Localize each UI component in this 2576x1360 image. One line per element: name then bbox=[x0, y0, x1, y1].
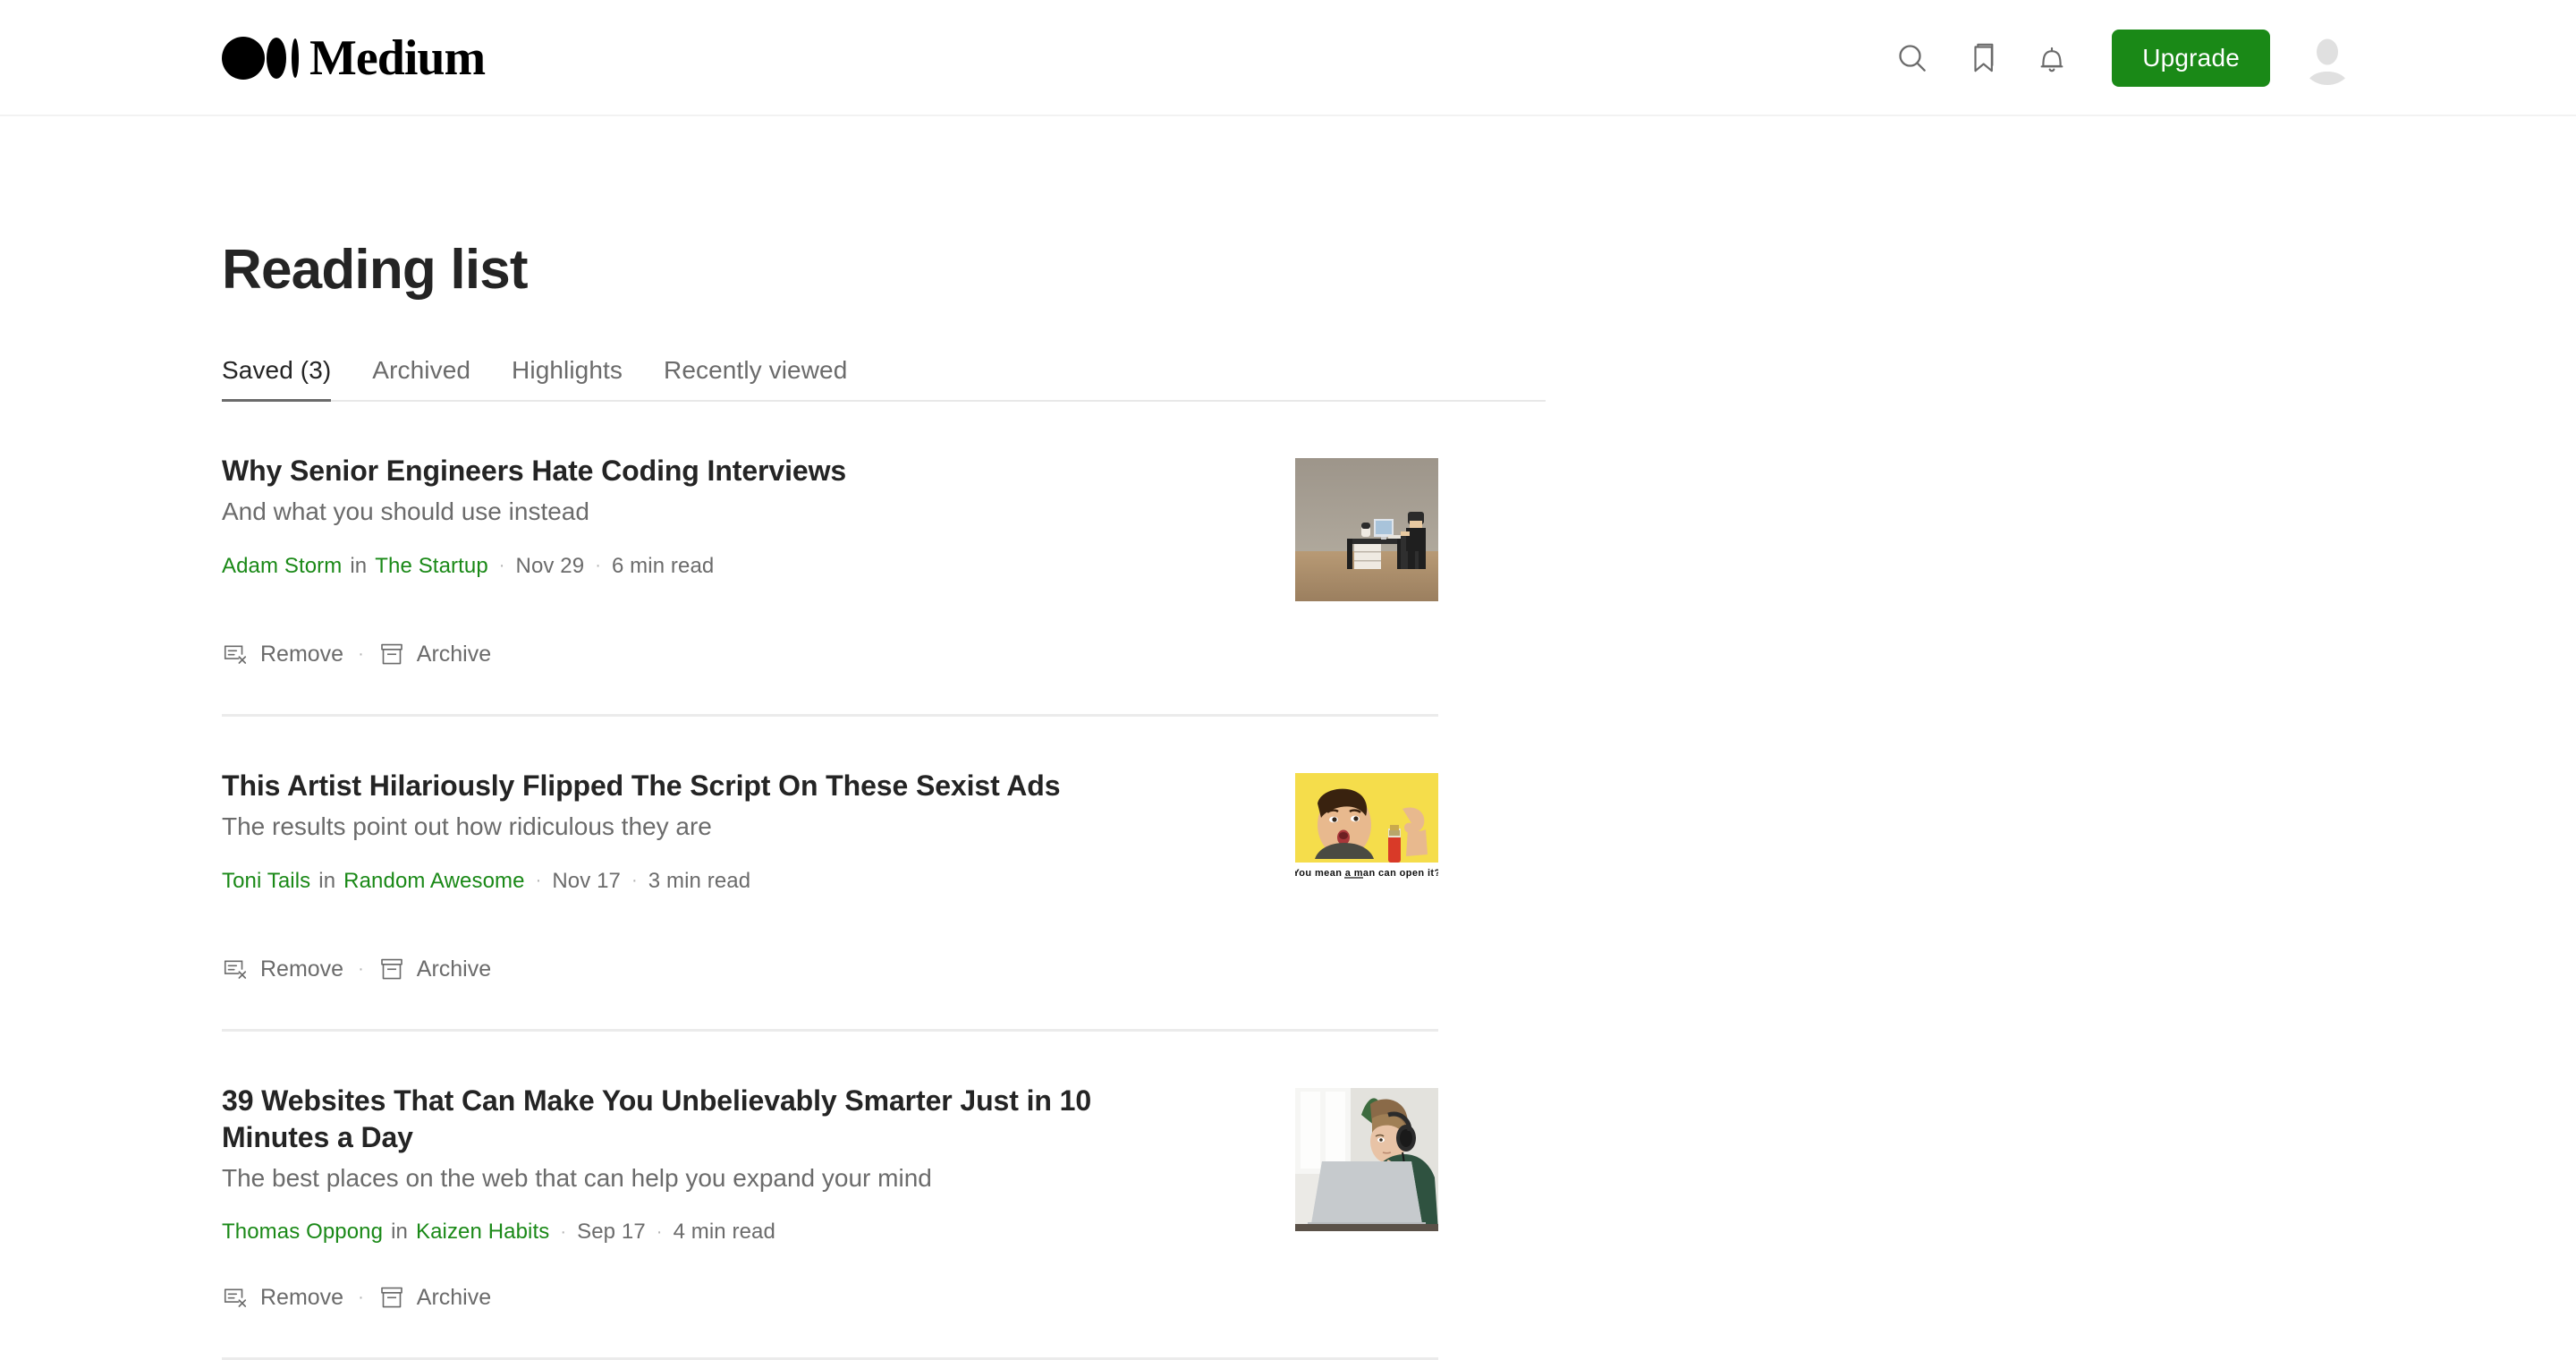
list-item: Why Senior Engineers Hate Coding Intervi… bbox=[222, 402, 1438, 718]
medium-logo[interactable]: Medium bbox=[222, 33, 499, 83]
archive-icon bbox=[380, 643, 402, 665]
saved-articles-list: Why Senior Engineers Hate Coding Intervi… bbox=[222, 402, 1438, 1360]
tab-archived[interactable]: Archived bbox=[372, 356, 470, 400]
site-header: Medium Upgrade bbox=[0, 0, 2576, 116]
article-date: Nov 29 bbox=[515, 553, 585, 578]
article-meta: Adam Storm in The Startup · Nov 29 · 6 m… bbox=[222, 554, 846, 579]
meta-separator: · bbox=[535, 871, 542, 891]
remove-button[interactable]: Remove bbox=[222, 1284, 343, 1311]
article-text: This Artist Hilariously Flipped The Scri… bbox=[222, 768, 1061, 894]
default-avatar-icon bbox=[2301, 31, 2354, 85]
remove-icon bbox=[224, 960, 247, 979]
article-thumbnail[interactable] bbox=[1295, 458, 1438, 602]
article-thumbnail[interactable]: You mean a man can open it? bbox=[1295, 773, 1438, 917]
meta-separator: · bbox=[560, 1221, 567, 1242]
upgrade-button[interactable]: Upgrade bbox=[2112, 30, 2270, 87]
meta-separator: · bbox=[498, 556, 505, 576]
remove-label: Remove bbox=[260, 641, 344, 667]
page-body: Reading list Saved (3) Archived Highligh… bbox=[0, 239, 2576, 1360]
search-icon[interactable] bbox=[1877, 23, 1947, 93]
article-row: 39 Websites That Can Make You Unbelievab… bbox=[222, 1083, 1438, 1245]
article-title[interactable]: 39 Websites That Can Make You Unbelievab… bbox=[222, 1083, 1170, 1156]
article-subtitle: The best places on the web that can help… bbox=[222, 1164, 932, 1193]
yellow-vintage-ad-photo-icon: You mean a man can open it? bbox=[1295, 773, 1438, 917]
meta-separator: · bbox=[631, 871, 638, 891]
article-row: This Artist Hilariously Flipped The Scri… bbox=[222, 768, 1438, 917]
list-item: This Artist Hilariously Flipped The Scri… bbox=[222, 717, 1438, 1033]
remove-button[interactable]: Remove bbox=[222, 641, 343, 667]
remove-label: Remove bbox=[260, 1284, 344, 1310]
article-title[interactable]: This Artist Hilariously Flipped The Scri… bbox=[222, 768, 1061, 804]
article-actions: Remove · Archive bbox=[222, 1284, 1438, 1311]
article-row: Why Senior Engineers Hate Coding Intervi… bbox=[222, 453, 1438, 602]
meta-in-label: in bbox=[318, 868, 336, 893]
remove-button[interactable]: Remove bbox=[222, 956, 343, 982]
woman-headphones-laptop-photo-icon bbox=[1295, 1088, 1438, 1232]
archive-icon bbox=[380, 1288, 402, 1308]
bell-icon[interactable] bbox=[2017, 23, 2087, 93]
medium-wordmark-icon: Medium bbox=[222, 33, 487, 83]
archive-label: Archive bbox=[416, 956, 492, 982]
action-separator: · bbox=[358, 958, 364, 979]
article-thumbnail[interactable] bbox=[1295, 1088, 1438, 1232]
meta-in-label: in bbox=[350, 553, 368, 578]
article-text: Why Senior Engineers Hate Coding Intervi… bbox=[222, 453, 846, 578]
article-read-time: 6 min read bbox=[611, 553, 715, 578]
article-author[interactable]: Adam Storm bbox=[222, 554, 342, 579]
remove-label: Remove bbox=[260, 956, 344, 982]
svg-text:You mean a man can open it?: You mean a man can open it? bbox=[1295, 868, 1438, 879]
remove-icon bbox=[224, 1288, 247, 1308]
article-publication[interactable]: Random Awesome bbox=[343, 869, 524, 894]
action-separator: · bbox=[358, 643, 364, 664]
article-subtitle: The results point out how ridiculous the… bbox=[222, 812, 712, 841]
list-item: 39 Websites That Can Make You Unbelievab… bbox=[222, 1032, 1438, 1360]
tab-highlights[interactable]: Highlights bbox=[512, 356, 623, 400]
article-publication[interactable]: The Startup bbox=[375, 554, 488, 579]
svg-text:Medium: Medium bbox=[309, 33, 486, 83]
tab-saved[interactable]: Saved (3) bbox=[222, 356, 332, 403]
archive-button[interactable]: Archive bbox=[378, 1284, 491, 1311]
article-date: Nov 17 bbox=[552, 868, 621, 893]
remove-icon bbox=[224, 645, 247, 664]
page-title: Reading list bbox=[222, 239, 529, 301]
article-date: Sep 17 bbox=[577, 1220, 646, 1245]
meta-in-label: in bbox=[391, 1220, 408, 1245]
archive-button[interactable]: Archive bbox=[378, 641, 491, 667]
article-meta: Thomas Oppong in Kaizen Habits · Sep 17 … bbox=[222, 1220, 1170, 1245]
archive-label: Archive bbox=[416, 1284, 492, 1310]
article-subtitle: And what you should use instead bbox=[222, 497, 589, 526]
article-author[interactable]: Thomas Oppong bbox=[222, 1220, 383, 1245]
lego-office-desk-photo-icon bbox=[1295, 458, 1438, 602]
article-meta: Toni Tails in Random Awesome · Nov 17 · … bbox=[222, 869, 1060, 894]
article-read-time: 4 min read bbox=[673, 1220, 775, 1245]
article-publication[interactable]: Kaizen Habits bbox=[416, 1220, 549, 1245]
article-title[interactable]: Why Senior Engineers Hate Coding Intervi… bbox=[222, 453, 846, 489]
archive-button[interactable]: Archive bbox=[378, 956, 491, 982]
article-author[interactable]: Toni Tails bbox=[222, 869, 310, 894]
article-text: 39 Websites That Can Make You Unbelievab… bbox=[222, 1083, 1170, 1245]
action-separator: · bbox=[358, 1287, 364, 1307]
header-actions: Upgrade bbox=[1877, 23, 2354, 93]
meta-separator: · bbox=[595, 556, 601, 576]
article-actions: Remove · Archive bbox=[222, 956, 1438, 982]
archive-icon bbox=[380, 958, 402, 980]
article-read-time: 3 min read bbox=[648, 868, 751, 893]
reading-list-tabs: Saved (3) Archived Highlights Recently v… bbox=[222, 356, 1546, 403]
article-actions: Remove · Archive bbox=[222, 641, 1438, 667]
bookmark-icon[interactable] bbox=[1947, 23, 2017, 93]
meta-separator: · bbox=[656, 1221, 663, 1242]
avatar[interactable] bbox=[2301, 31, 2354, 85]
archive-label: Archive bbox=[416, 641, 492, 667]
tab-recently-viewed[interactable]: Recently viewed bbox=[664, 356, 847, 400]
